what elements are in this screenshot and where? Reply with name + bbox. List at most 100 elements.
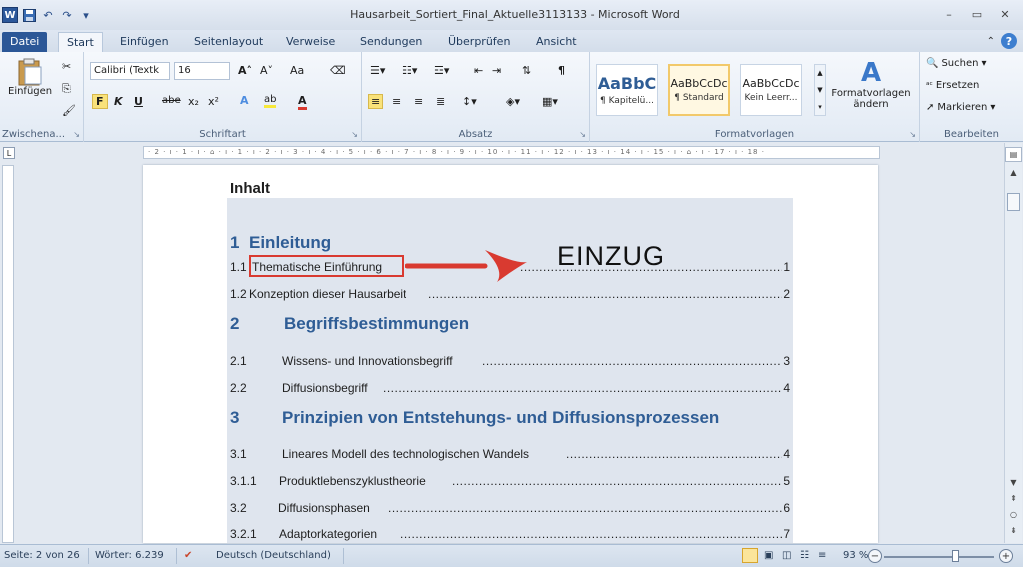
increase-indent-icon[interactable]: ⇥ — [492, 64, 501, 77]
toc-heading[interactable]: Einleitung — [249, 233, 331, 253]
dialog-launcher-icon[interactable]: ↘ — [909, 130, 916, 139]
undo-icon[interactable]: ↶ — [40, 7, 56, 23]
page-count[interactable]: Seite: 2 von 26 — [4, 550, 80, 561]
change-case-button[interactable]: Aa — [290, 64, 304, 77]
save-icon[interactable] — [21, 7, 37, 23]
shrink-font-button[interactable]: A˅ — [260, 64, 273, 77]
borders-icon[interactable]: ▦▾ — [542, 95, 558, 108]
style-standard[interactable]: AaBbCcDc ¶ Standard — [668, 64, 730, 116]
highlight-icon[interactable]: ab — [264, 94, 277, 108]
cut-icon[interactable]: ✂ — [62, 60, 71, 73]
ruler-toggle-icon[interactable]: ▤ — [1005, 147, 1022, 162]
next-page-icon[interactable]: ⇟ — [1005, 523, 1022, 538]
sort-icon[interactable]: ⇅ — [522, 64, 531, 77]
close-button[interactable]: ✕ — [991, 4, 1019, 24]
toc-entry[interactable]: Wissens- und Innovationsbegriff — [282, 354, 453, 368]
tab-start[interactable]: Start — [58, 32, 103, 52]
text-effects-icon[interactable]: A — [240, 94, 249, 107]
font-color-icon[interactable]: A — [298, 94, 307, 110]
tab-einfuegen[interactable]: Einfügen — [112, 32, 177, 52]
change-styles-button[interactable]: A Formatvorlagen ändern — [830, 58, 912, 110]
browse-object-icon[interactable]: ○ — [1005, 507, 1022, 522]
scroll-down-icon[interactable]: ▼ — [1005, 475, 1022, 490]
tab-selector-icon[interactable]: L — [3, 147, 15, 159]
word-count[interactable]: Wörter: 6.239 — [95, 550, 164, 561]
align-center-icon[interactable]: ≡ — [392, 95, 401, 108]
zoom-in-button[interactable]: + — [999, 549, 1013, 563]
font-size-select[interactable]: 16 — [174, 62, 230, 80]
select-button[interactable]: ➚ Markieren ▾ — [926, 102, 995, 113]
draft-view-icon[interactable]: ≡ — [818, 550, 826, 561]
zoom-out-button[interactable]: − — [868, 549, 882, 563]
minimize-button[interactable]: – — [935, 4, 963, 24]
zoom-slider-thumb[interactable] — [952, 550, 959, 562]
dialog-launcher-icon[interactable]: ↘ — [73, 130, 80, 139]
redo-icon[interactable]: ↷ — [59, 7, 75, 23]
align-right-icon[interactable]: ≡ — [414, 95, 423, 108]
help-icon[interactable]: ? — [1001, 33, 1017, 49]
styles-scroll[interactable]: ▲ ▼ ▾ — [814, 64, 826, 116]
word-logo-icon[interactable]: W — [2, 7, 18, 23]
replace-button[interactable]: ᵃᶜ Ersetzen — [926, 80, 979, 91]
tab-verweise[interactable]: Verweise — [278, 32, 343, 52]
toc-entry[interactable]: Konzeption dieser Hausarbeit — [249, 287, 406, 301]
scroll-up-icon[interactable]: ▲ — [1005, 165, 1022, 180]
tab-seitenlayout[interactable]: Seitenlayout — [186, 32, 271, 52]
horizontal-ruler[interactable]: · 2 · ı · 1 · ı · ⌂ · ı · 1 · ı · 2 · ı … — [143, 146, 880, 159]
format-painter-icon[interactable]: 🖌 — [62, 104, 76, 117]
vertical-ruler[interactable] — [2, 165, 14, 543]
dialog-launcher-icon[interactable]: ↘ — [579, 130, 586, 139]
tab-datei[interactable]: Datei — [2, 32, 48, 52]
toc-heading[interactable]: Begriffsbestimmungen — [284, 314, 469, 334]
web-layout-icon[interactable]: ◫ — [782, 550, 791, 561]
multilevel-list-icon[interactable]: ☲▾ — [434, 64, 449, 77]
shading-icon[interactable]: ◈▾ — [506, 95, 520, 108]
find-button[interactable]: 🔍 Suchen ▾ — [926, 58, 987, 69]
bullets-icon[interactable]: ☰▾ — [370, 64, 385, 77]
toc-entry[interactable]: Diffusionsbegriff — [282, 381, 368, 395]
underline-button[interactable]: U — [134, 95, 143, 108]
grow-font-button[interactable]: A˄ — [238, 64, 252, 77]
italic-button[interactable]: K — [114, 95, 123, 108]
previous-page-icon[interactable]: ⇞ — [1005, 491, 1022, 506]
paste-button[interactable]: Einfügen — [8, 58, 52, 97]
minimize-ribbon-icon[interactable]: ⌃ — [987, 36, 995, 47]
align-left-icon[interactable]: ≡ — [368, 94, 384, 109]
style-kein-leerraum[interactable]: AaBbCcDc Kein Leerr... — [740, 64, 802, 116]
tab-sendungen[interactable]: Sendungen — [352, 32, 430, 52]
outline-view-icon[interactable]: ☷ — [800, 550, 809, 561]
tab-ueberpruefen[interactable]: Überprüfen — [440, 32, 518, 52]
full-screen-reading-icon[interactable]: ▣ — [764, 550, 773, 561]
toc-entry[interactable]: Produktlebenszyklustheorie — [279, 474, 426, 488]
subscript-button[interactable]: x₂ — [188, 95, 199, 108]
zoom-slider[interactable] — [884, 556, 994, 558]
group-label-styles: Formatvorlagen — [714, 129, 795, 140]
customize-qat-icon[interactable]: ▾ — [78, 7, 94, 23]
proofing-icon[interactable]: ✔ — [184, 550, 192, 561]
toc-entry[interactable]: Diffusionsphasen — [278, 501, 370, 515]
toc-heading[interactable]: Prinzipien von Entstehungs- und Diffusio… — [282, 408, 719, 428]
toc-entry[interactable]: Adaptorkategorien — [279, 527, 377, 541]
clear-formatting-icon[interactable]: ⌫ — [330, 64, 346, 77]
print-layout-icon[interactable] — [742, 548, 758, 563]
superscript-button[interactable]: x² — [208, 95, 219, 108]
decrease-indent-icon[interactable]: ⇤ — [474, 64, 483, 77]
language-indicator[interactable]: Deutsch (Deutschland) — [216, 550, 331, 561]
strikethrough-button[interactable]: abe — [162, 95, 181, 106]
red-arrow-icon — [405, 250, 527, 282]
justify-icon[interactable]: ≣ — [436, 95, 445, 108]
maximize-button[interactable]: ▭ — [963, 4, 991, 24]
vertical-scrollbar[interactable]: ▤ ▲ ▼ ⇞ ○ ⇟ — [1004, 143, 1022, 543]
font-name-select[interactable]: Calibri (Textk — [90, 62, 170, 80]
scroll-thumb[interactable] — [1007, 193, 1020, 211]
dialog-launcher-icon[interactable]: ↘ — [351, 130, 358, 139]
show-formatting-button[interactable]: ¶ — [558, 64, 565, 77]
line-spacing-icon[interactable]: ↕▾ — [462, 95, 477, 108]
tab-ansicht[interactable]: Ansicht — [528, 32, 585, 52]
copy-icon[interactable]: ⎘ — [62, 82, 71, 96]
zoom-level[interactable]: 93 % — [843, 550, 868, 561]
toc-entry[interactable]: Lineares Modell des technologischen Wand… — [282, 447, 529, 461]
style-kapitel[interactable]: AaBbC ¶ Kapitelü... — [596, 64, 658, 116]
bold-button[interactable]: F — [92, 94, 108, 109]
numbering-icon[interactable]: ☷▾ — [402, 64, 417, 77]
